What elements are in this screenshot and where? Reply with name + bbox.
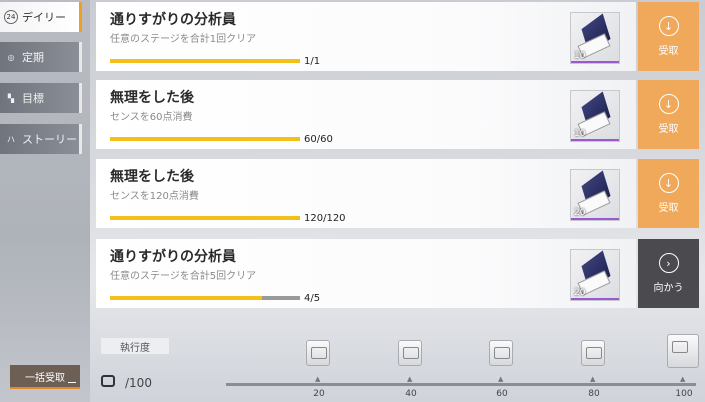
reward-quantity: 10 [574, 129, 586, 139]
milestone-chest[interactable] [306, 340, 330, 366]
score-total: /100 [125, 376, 152, 390]
milestone-chest[interactable] [489, 340, 513, 366]
story-icon: ハ [7, 134, 15, 144]
tab-daily-label: デイリー [22, 11, 66, 24]
reward-item[interactable]: 20 [570, 249, 620, 301]
go-button-label: 向かう [653, 283, 684, 294]
mission-progress-text: 4/5 [304, 293, 321, 304]
milestone-value: 20 [313, 389, 325, 399]
target-grid-icon: ▚ [7, 93, 15, 103]
bulk-claim-label: 一括受取 [25, 372, 65, 384]
mission-card: 無理をした後 センスを120点消費 120/120 20 [96, 159, 636, 228]
milestone-marker-icon: ▲ [590, 375, 596, 383]
tab-periodic-label: 定期 [22, 51, 44, 64]
reward-quantity: 20 [574, 208, 586, 218]
milestone-value: 100 [675, 389, 693, 399]
mission-card: 無理をした後 センスを60点消費 60/60 10 [96, 80, 636, 149]
reward-item[interactable]: 10 [570, 12, 620, 64]
claim-button[interactable]: ↓ 受取 [638, 80, 699, 149]
mission-title: 無理をした後 [110, 90, 194, 106]
down-arrow-circle-icon: ↓ [658, 16, 679, 36]
mission-description: センスを60点消費 [110, 112, 193, 123]
mission-description: センスを120点消費 [110, 191, 199, 202]
24-circle-icon: 24 [4, 10, 18, 24]
sidebar: 24 デイリー ◎ 定期 ▚ 目標 ハ ストーリー 一括受取 [0, 0, 90, 402]
tab-story-label: ストーリー [22, 133, 77, 146]
milestone-chest[interactable] [398, 340, 422, 366]
reward-quantity: 10 [574, 51, 586, 61]
mission-description: 任意のステージを合計5回クリア [110, 271, 257, 282]
down-arrow-circle-icon: ↓ [658, 173, 679, 193]
right-arrow-circle-icon: › [658, 253, 679, 273]
mission-card: 通りすがりの分析員 任意のステージを合計1回クリア 1/1 10 [96, 2, 636, 71]
mission-card: 通りすがりの分析員 任意のステージを合計5回クリア 4/5 20 [96, 239, 636, 308]
milestone-value: 40 [405, 389, 417, 399]
claim-button[interactable]: ↓ 受取 [638, 159, 699, 228]
tab-goal-label: 目標 [22, 92, 44, 105]
down-arrow-circle-icon: ↓ [658, 94, 679, 114]
bulk-claim-button[interactable]: 一括受取 [10, 365, 80, 389]
reward-quantity: 20 [574, 288, 586, 298]
mission-progress-bar [110, 137, 300, 141]
milestone-chest[interactable] [581, 340, 605, 366]
tab-goal[interactable]: ▚ 目標 [0, 83, 82, 113]
claim-button[interactable]: ↓ 受取 [638, 2, 699, 71]
milestone-marker-icon: ▲ [680, 375, 686, 383]
go-button[interactable]: › 向かう [638, 239, 699, 308]
cycle-icon: ◎ [7, 52, 15, 62]
mission-progress-text: 120/120 [304, 213, 346, 224]
reward-item[interactable]: 20 [570, 169, 620, 221]
claim-button-label: 受取 [658, 46, 679, 57]
milestone-marker-icon: ▲ [315, 375, 321, 383]
score-box-icon [101, 375, 115, 387]
mission-progress-bar [110, 59, 300, 63]
mission-progress-text: 60/60 [304, 134, 333, 145]
milestone-chest[interactable] [667, 334, 699, 368]
tab-daily[interactable]: 24 デイリー [0, 2, 82, 32]
milestone-marker-icon: ▲ [498, 375, 504, 383]
progress-track [226, 383, 696, 386]
reward-item[interactable]: 10 [570, 90, 620, 142]
execution-label: 執行度 [101, 338, 169, 354]
mission-title: 通りすがりの分析員 [110, 249, 236, 265]
claim-button-label: 受取 [658, 124, 679, 135]
mission-progress-bar [110, 216, 300, 220]
mission-title: 無理をした後 [110, 169, 194, 185]
tab-story[interactable]: ハ ストーリー [0, 124, 82, 154]
mission-progress-text: 1/1 [304, 56, 321, 67]
tab-periodic[interactable]: ◎ 定期 [0, 42, 82, 72]
mission-title: 通りすがりの分析員 [110, 12, 236, 28]
milestone-value: 60 [496, 389, 508, 399]
mission-description: 任意のステージを合計1回クリア [110, 34, 257, 45]
milestone-marker-icon: ▲ [407, 375, 413, 383]
milestone-value: 80 [588, 389, 600, 399]
claim-button-label: 受取 [658, 203, 679, 214]
mission-progress-bar [110, 296, 300, 300]
